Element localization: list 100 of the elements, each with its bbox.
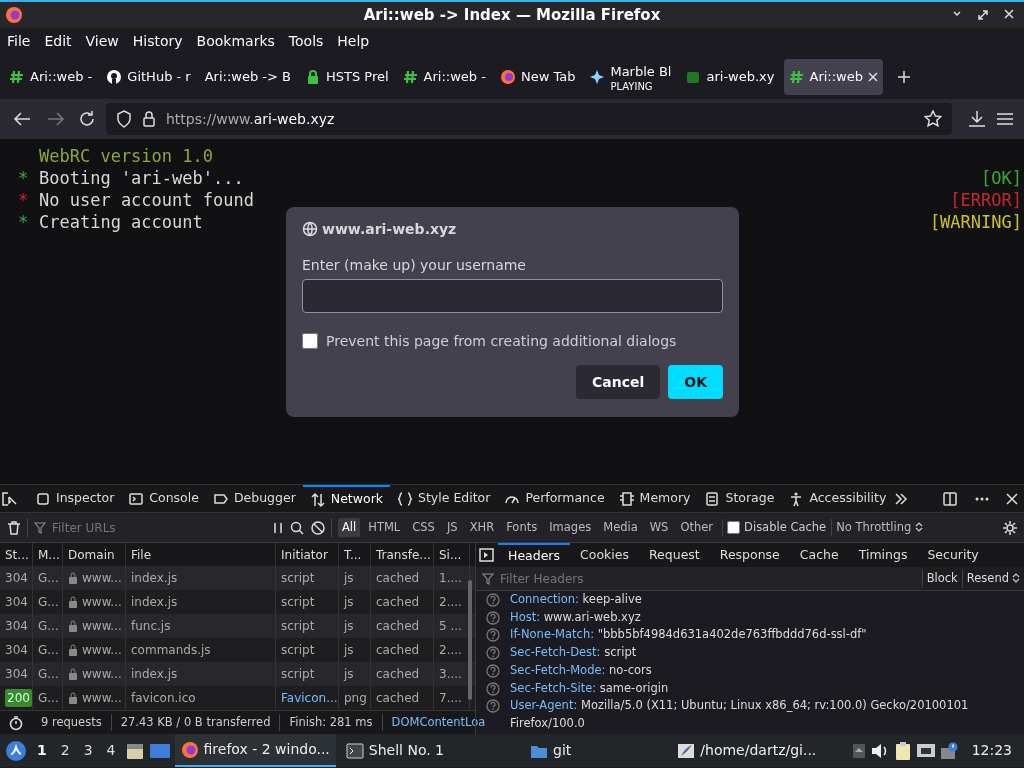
summary-text: 9 requests [32,714,112,732]
help-icon[interactable] [486,681,500,696]
close-icon[interactable] [868,72,878,82]
chip-icon [618,490,635,507]
help-icon[interactable] [486,610,500,625]
type-filter[interactable]: HTML [364,517,405,538]
username-field[interactable] [302,279,723,313]
search-icon[interactable] [289,519,305,536]
taskbar-task[interactable]: git [524,734,578,767]
devtools-tab[interactable]: Performance [497,484,612,513]
help-icon[interactable] [486,699,500,714]
clipboard-icon[interactable] [893,740,912,761]
browser-tab[interactable]: New Tab [494,59,581,95]
workspace-button[interactable]: 1 [32,740,52,761]
filter-field[interactable]: Filter Headers [476,567,922,590]
network-icon[interactable] [915,741,936,760]
menu-item[interactable]: Tools [281,31,331,52]
type-filter[interactable]: Fonts [502,517,542,538]
menu-item[interactable]: Bookmarks [189,31,282,52]
pause-icon[interactable] [272,520,284,535]
resend-dropdown[interactable]: Resend [961,568,1024,589]
devtools-tab[interactable]: Inspector [28,484,122,513]
browser-tab[interactable]: Ari::web -> B [199,59,296,95]
close-icon[interactable] [1004,8,1014,20]
browser-tab[interactable]: Ari::web [783,59,883,95]
dock-icon[interactable] [942,490,958,507]
browser-tab[interactable]: GitHub - r [101,59,196,95]
menu-item[interactable]: History [125,31,190,52]
type-filter[interactable]: CSS [408,517,439,538]
panel-tab[interactable]: Cache [789,543,849,567]
menu-item[interactable]: View [78,31,126,52]
type-filter[interactable]: Images [545,517,596,538]
taskbar-task[interactable]: Shell No. 1 [339,734,451,767]
block-button[interactable]: Block [921,568,962,589]
help-icon[interactable] [486,646,500,661]
launcher-icon[interactable] [4,738,28,763]
lock-icon [68,692,78,705]
type-filter[interactable]: Other [676,517,718,538]
panel-tab[interactable]: Cookies [570,543,639,567]
devtools-tab[interactable]: Console [121,484,206,513]
cancel-button[interactable]: Cancel [575,365,661,399]
checkbox-label: Prevent this page from creating additional dialogs [326,333,677,349]
status-code: 200 [5,689,32,708]
type-filter[interactable]: JS [442,517,462,538]
settings-icon[interactable] [1002,519,1018,536]
bookmark-star-icon[interactable] [924,110,942,128]
type-filter[interactable]: XHR [465,517,499,538]
devtools-tab[interactable]: Memory [611,484,698,513]
close-icon[interactable] [1006,492,1018,505]
devtools-tab[interactable]: Storage [697,484,782,513]
checkbox[interactable] [302,333,318,349]
lock-icon [68,668,78,681]
taskbar-task[interactable]: firefox - 2 windo... [174,734,336,767]
menu-item[interactable]: Help [330,31,377,52]
panel-tab[interactable]: Security [917,543,989,567]
trash-icon[interactable] [6,519,22,536]
bullet-mark: * [18,189,30,211]
stopwatch-icon [8,714,24,731]
filter-input[interactable]: Filter Headers [498,568,798,589]
block-icon[interactable] [310,519,326,536]
scrollbar[interactable] [468,580,472,701]
checkbox[interactable] [727,521,741,534]
bullet-mark: * [18,211,30,233]
help-icon[interactable] [486,593,500,607]
table-cell-text: www... [82,690,122,708]
panel-tab[interactable]: Timings [848,543,918,567]
notification-icon[interactable] [939,741,960,760]
new-tab-icon[interactable] [897,70,911,84]
overflow-chevron-icon[interactable] [893,490,910,507]
lock-icon [68,596,78,609]
help-icon[interactable] [486,628,500,643]
throttling-dropdown[interactable]: No Throttling [831,517,928,538]
workspace-button[interactable]: 2 [55,740,75,761]
help-icon[interactable] [486,663,500,678]
type-filter[interactable]: WS [645,517,673,538]
header-entry: Host: www.ari-web.xyz [510,608,641,626]
type-filter[interactable]: All [338,517,361,538]
browser-tab[interactable]: ari-web.xy [680,59,780,95]
browser-tab[interactable]: HSTS Prel [299,59,394,95]
devtools-tab[interactable]: Accessibility [781,484,894,513]
workspace-button[interactable]: 3 [78,740,98,761]
download-icon[interactable] [966,109,988,129]
menu-item[interactable]: File [0,31,38,52]
filter-field[interactable]: Filter URLs [50,517,250,538]
devtools-tab[interactable]: Style Editor [390,484,498,513]
taskbar-task[interactable]: /home/dartz/gi... [671,734,823,767]
browser-tab[interactable]: Marble Bl PLAYING [584,59,677,95]
type-filter[interactable]: Media [599,517,642,538]
address-bar[interactable]: https://www.ari-web.xyz [106,103,952,135]
panel-tab[interactable]: Request [639,543,710,567]
workspace-button[interactable]: 4 [101,740,121,761]
browser-tab[interactable]: Ari::web - [397,59,491,95]
firefox-icon [5,6,23,24]
devtools-tab[interactable]: Debugger [205,484,303,513]
panel-tab[interactable]: Response [709,543,790,567]
browser-tab[interactable]: Ari::web - [4,59,98,95]
ok-button[interactable]: OK [668,365,723,399]
prompt-label: Enter (make up) your username [302,257,527,273]
maximize-icon[interactable] [978,8,988,20]
menu-item[interactable]: Edit [37,31,79,52]
